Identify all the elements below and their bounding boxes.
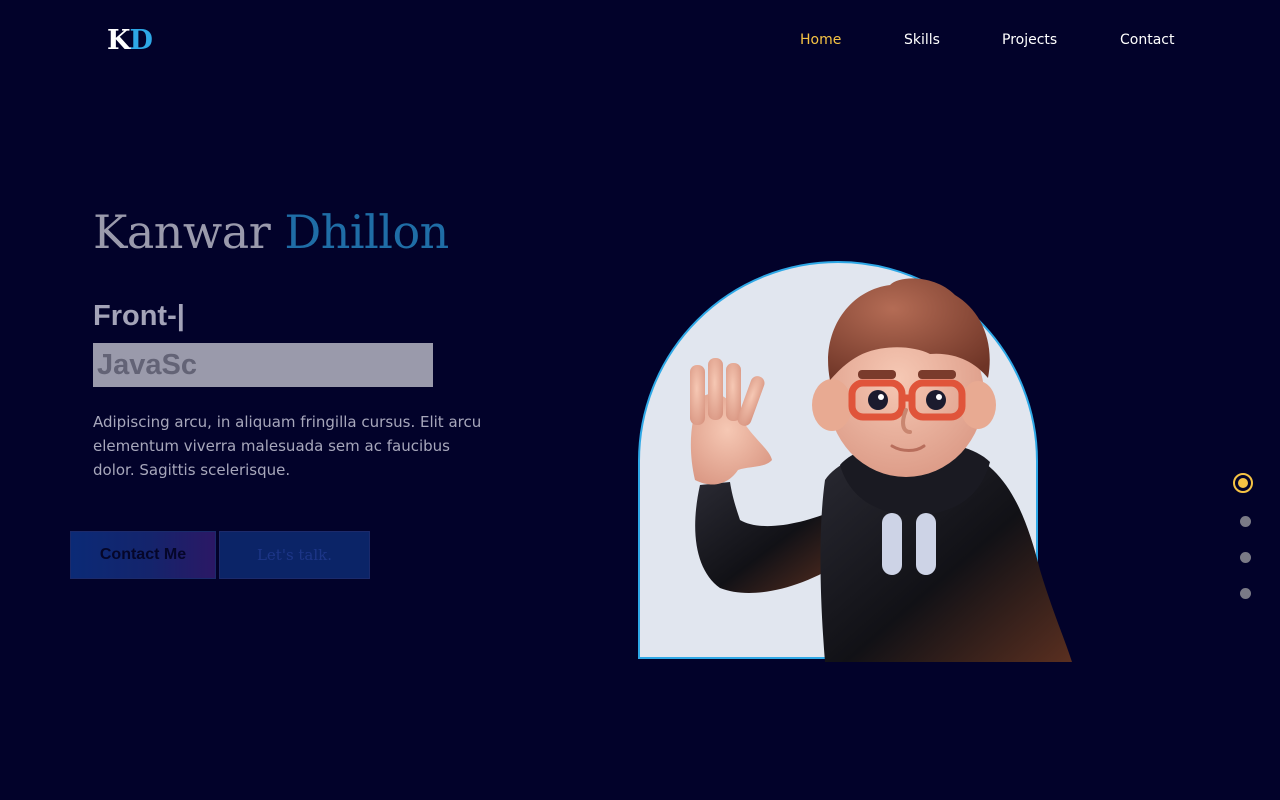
pagination-dot-1[interactable] <box>1233 473 1253 493</box>
nav-projects[interactable]: Projects <box>1002 32 1057 52</box>
pagination-dot-2[interactable] <box>1240 516 1251 527</box>
nav-contact[interactable]: Contact <box>1120 32 1174 52</box>
hero-description: Adipiscing arcu, in aliquam fringilla cu… <box>93 413 482 479</box>
logo-letter-k: K <box>107 25 130 56</box>
hero-role-typing: Front-| <box>93 300 185 332</box>
hero-skill-text: JavaSc <box>97 349 197 381</box>
pagination-dot-3[interactable] <box>1240 552 1251 563</box>
logo-letter-d: D <box>129 25 152 56</box>
hero-first-name: Kanwar <box>93 205 271 259</box>
nav-home[interactable]: Home <box>800 32 841 52</box>
pagination-dot-active-indicator <box>1238 478 1248 488</box>
hero-last-name: Dhillon <box>284 205 449 259</box>
logo[interactable]: KD <box>107 25 153 56</box>
nav-skills[interactable]: Skills <box>904 32 940 52</box>
hero-name: Kanwar Dhillon <box>93 205 449 259</box>
waving-avatar-illustration <box>690 278 1072 662</box>
contact-me-button[interactable]: Contact Me <box>70 531 216 579</box>
pagination-dot-4[interactable] <box>1240 588 1251 599</box>
hero-skill-highlight: JavaSc <box>93 343 433 387</box>
lets-talk-button[interactable]: Let's talk. <box>219 531 370 579</box>
